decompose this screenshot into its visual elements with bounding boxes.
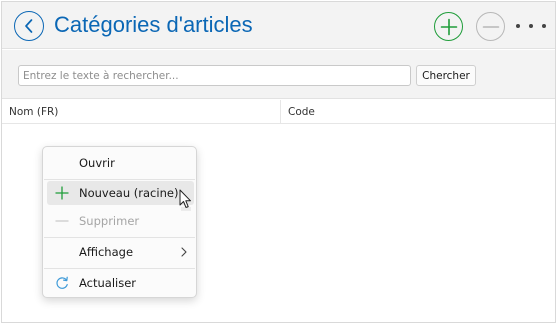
minus-icon (482, 25, 499, 28)
menu-item-label: Nouveau (racine) (79, 186, 179, 200)
dot-icon (542, 24, 546, 28)
menu-item-label: Ouvrir (79, 156, 115, 170)
search-button[interactable]: Chercher (416, 65, 476, 86)
add-button[interactable] (434, 12, 463, 41)
more-options-button[interactable] (516, 17, 546, 35)
search-bar: Chercher (2, 50, 555, 99)
refresh-icon (56, 276, 68, 289)
page-title: Catégories d'articles (54, 12, 253, 37)
chevron-right-icon (181, 247, 187, 257)
mouse-cursor-icon (179, 189, 191, 211)
plus-icon (55, 186, 69, 200)
menu-separator (44, 268, 195, 269)
back-button[interactable] (14, 11, 44, 41)
menu-item-refresh[interactable]: Actualiser (47, 271, 194, 295)
column-header-code[interactable]: Code (281, 100, 555, 124)
dot-icon (516, 24, 520, 28)
context-menu: Ouvrir Nouveau (racine) Supprimer Affich… (42, 146, 197, 298)
minus-icon (55, 220, 69, 222)
menu-item-display[interactable]: Affichage (47, 240, 194, 264)
title-bar: Catégories d'articles (2, 2, 555, 49)
menu-separator (44, 237, 195, 238)
remove-button[interactable] (476, 12, 505, 41)
table-header: Nom (FR) Code (2, 100, 555, 124)
chevron-left-icon (25, 19, 33, 33)
menu-item-delete[interactable]: Supprimer (47, 209, 194, 233)
menu-item-label: Supprimer (79, 214, 140, 228)
dot-icon (529, 24, 533, 28)
menu-separator (44, 179, 195, 180)
search-input[interactable] (18, 65, 411, 86)
menu-item-new-root[interactable]: Nouveau (racine) (47, 181, 194, 205)
menu-item-label: Affichage (79, 245, 134, 259)
menu-item-label: Actualiser (79, 276, 137, 290)
menu-item-open[interactable]: Ouvrir (47, 151, 194, 175)
column-header-name[interactable]: Nom (FR) (2, 100, 281, 124)
plus-icon (440, 18, 457, 35)
